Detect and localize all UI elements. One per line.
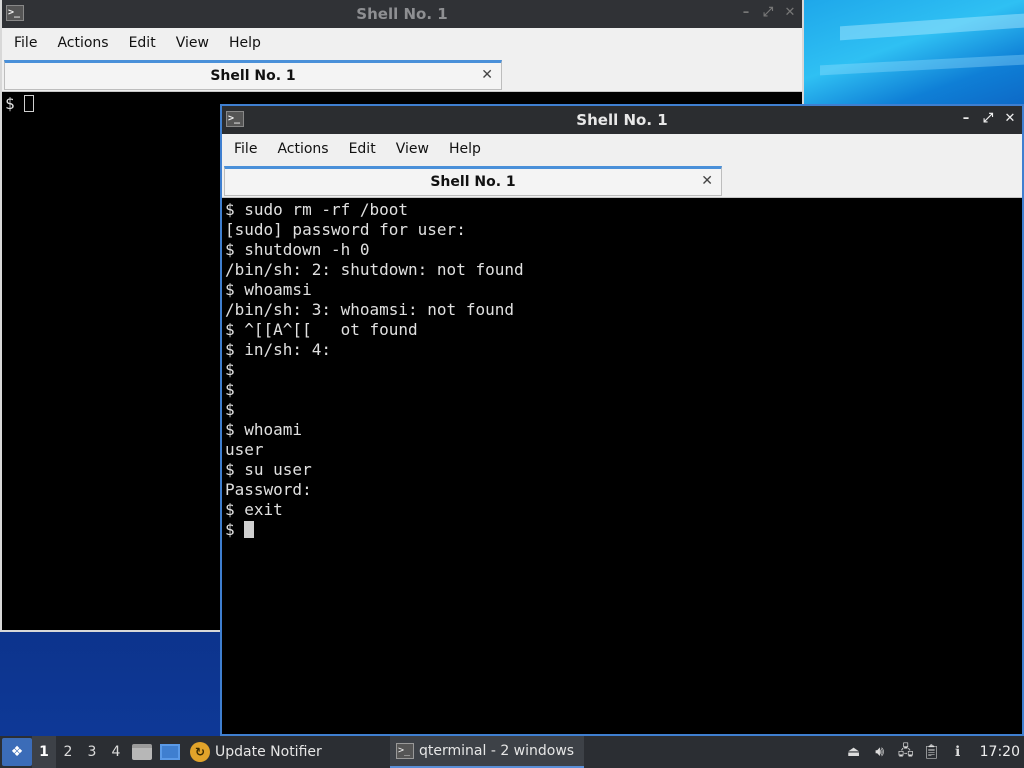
menu-view[interactable]: View	[166, 35, 219, 51]
update-notifier-label: Update Notifier	[215, 744, 322, 760]
terminal-icon: >_	[396, 743, 414, 759]
minimize-icon[interactable]: –	[738, 4, 754, 22]
minimize-icon[interactable]: –	[958, 110, 974, 128]
file-manager-icon[interactable]	[130, 740, 154, 764]
volume-icon[interactable]: 🔊︎	[870, 742, 890, 762]
clock[interactable]: 17:20	[980, 744, 1020, 760]
notification-icon[interactable]: ℹ	[948, 742, 968, 762]
terminal-line: [sudo] password for user:	[225, 220, 466, 239]
close-icon[interactable]: ✕	[782, 4, 798, 22]
network-icon[interactable]: 🖧︎	[896, 742, 916, 762]
terminal-line: $	[225, 520, 245, 539]
tab-close-icon[interactable]: ✕	[701, 173, 713, 189]
maximize-icon[interactable]: ⤢	[760, 4, 776, 22]
workspace-4[interactable]: 4	[104, 736, 128, 768]
terminal-line: $ su user	[225, 460, 312, 479]
maximize-icon[interactable]: ⤢	[980, 110, 996, 128]
menu-edit[interactable]: Edit	[119, 35, 166, 51]
terminal-window-front[interactable]: >_ Shell No. 1 – ⤢ ✕ File Actions Edit V…	[220, 104, 1024, 736]
terminal-line: user	[225, 440, 264, 459]
terminal-line: $ in/sh: 4:	[225, 340, 331, 359]
terminal-app-icon[interactable]: >_	[6, 5, 24, 21]
window-titlebar[interactable]: >_ Shell No. 1 – ⤢ ✕	[222, 106, 1022, 134]
menubar: File Actions Edit View Help	[2, 28, 802, 58]
terminal-line: $ sudo rm -rf /boot	[225, 200, 409, 219]
close-icon[interactable]: ✕	[1002, 110, 1018, 128]
menu-help[interactable]: Help	[439, 141, 491, 157]
tab-bar: Shell No. 1 ✕	[2, 58, 802, 92]
terminal-line: $	[5, 94, 25, 113]
workspace-2[interactable]: 2	[56, 736, 80, 768]
terminal-line: /bin/sh: 3: whoamsi: not found	[225, 300, 514, 319]
menu-file[interactable]: File	[4, 35, 47, 51]
update-notifier-task[interactable]: ↻ Update Notifier	[184, 736, 328, 768]
tab-shell[interactable]: Shell No. 1 ✕	[224, 166, 722, 196]
terminal-cursor	[24, 95, 35, 112]
workspace-3[interactable]: 3	[80, 736, 104, 768]
workspace-1[interactable]: 1	[32, 736, 56, 768]
tab-label: Shell No. 1	[430, 174, 516, 190]
menubar: File Actions Edit View Help	[222, 134, 1022, 164]
terminal-cursor	[244, 521, 255, 538]
qterminal-task-label: qterminal - 2 windows	[419, 743, 575, 759]
menu-view[interactable]: View	[386, 141, 439, 157]
menu-edit[interactable]: Edit	[339, 141, 386, 157]
menu-actions[interactable]: Actions	[267, 141, 338, 157]
terminal-line: $ ^[[A^[[ ot found	[225, 320, 418, 339]
update-notifier-icon: ↻	[190, 742, 210, 762]
terminal-prompt-line: $	[225, 520, 1022, 540]
tab-bar: Shell No. 1 ✕	[222, 164, 1022, 198]
tab-label: Shell No. 1	[210, 68, 296, 84]
terminal-output[interactable]: $ sudo rm -rf /boot [sudo] password for u…	[222, 198, 1022, 734]
eject-icon[interactable]: ⏏	[844, 742, 864, 762]
terminal-line: $ whoami	[225, 420, 303, 439]
terminal-line: $ whoamsi	[225, 280, 312, 299]
terminal-line: $	[225, 360, 235, 379]
qterminal-task-button[interactable]: >_ qterminal - 2 windows	[390, 736, 584, 768]
tab-shell[interactable]: Shell No. 1 ✕	[4, 60, 502, 90]
start-menu-icon[interactable]: ❖	[2, 738, 32, 766]
terminal-line: $	[225, 380, 235, 399]
terminal-app-icon[interactable]: >_	[226, 111, 244, 127]
terminal-line: $ exit	[225, 500, 283, 519]
taskbar: ❖ 1 2 3 4 ↻ Update Notifier >_ qterminal…	[0, 736, 1024, 768]
show-desktop-icon[interactable]	[158, 740, 182, 764]
tab-close-icon[interactable]: ✕	[481, 67, 493, 83]
terminal-line: /bin/sh: 2: shutdown: not found	[225, 260, 524, 279]
menu-actions[interactable]: Actions	[47, 35, 118, 51]
terminal-line: Password:	[225, 480, 312, 499]
system-tray: ⏏ 🔊︎ 🖧︎ 📋︎ ℹ 17:20	[844, 736, 1024, 768]
menu-file[interactable]: File	[224, 141, 267, 157]
window-title: Shell No. 1	[576, 111, 668, 129]
terminal-line: $	[225, 400, 235, 419]
window-title: Shell No. 1	[356, 5, 448, 23]
terminal-line: $ shutdown -h 0	[225, 240, 370, 259]
window-titlebar[interactable]: >_ Shell No. 1 – ⤢ ✕	[2, 0, 802, 28]
menu-help[interactable]: Help	[219, 35, 271, 51]
clipboard-icon[interactable]: 📋︎	[922, 742, 942, 762]
